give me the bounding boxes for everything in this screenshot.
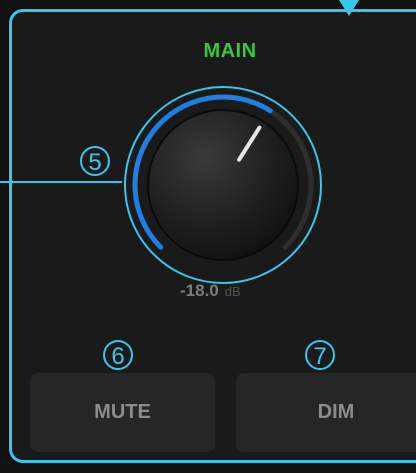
knob-unit: dB bbox=[224, 284, 241, 299]
callout-badge-mute: 6 bbox=[103, 340, 133, 370]
knob-value-readout: -18.0 dB bbox=[180, 281, 241, 301]
callout-line-knob bbox=[0, 181, 122, 183]
callout-arrow-down bbox=[339, 0, 359, 16]
knob-body bbox=[147, 109, 299, 261]
knob-value: -18.0 bbox=[180, 281, 219, 300]
callout-badge-knob: 5 bbox=[80, 146, 110, 176]
dim-button[interactable]: DIM bbox=[236, 373, 416, 452]
main-volume-knob[interactable] bbox=[124, 86, 322, 284]
callout-badge-dim: 7 bbox=[305, 340, 335, 370]
screenshot-stage: MAIN 5 -18.0 dB 6 7 MUTE DIM bbox=[0, 0, 416, 473]
dim-button-label: DIM bbox=[317, 401, 355, 423]
mute-button[interactable]: MUTE bbox=[30, 373, 215, 452]
channel-title: MAIN bbox=[203, 40, 257, 62]
mute-button-label: MUTE bbox=[94, 401, 151, 423]
main-panel: MAIN 5 -18.0 dB 6 7 MUTE DIM bbox=[0, 0, 416, 473]
